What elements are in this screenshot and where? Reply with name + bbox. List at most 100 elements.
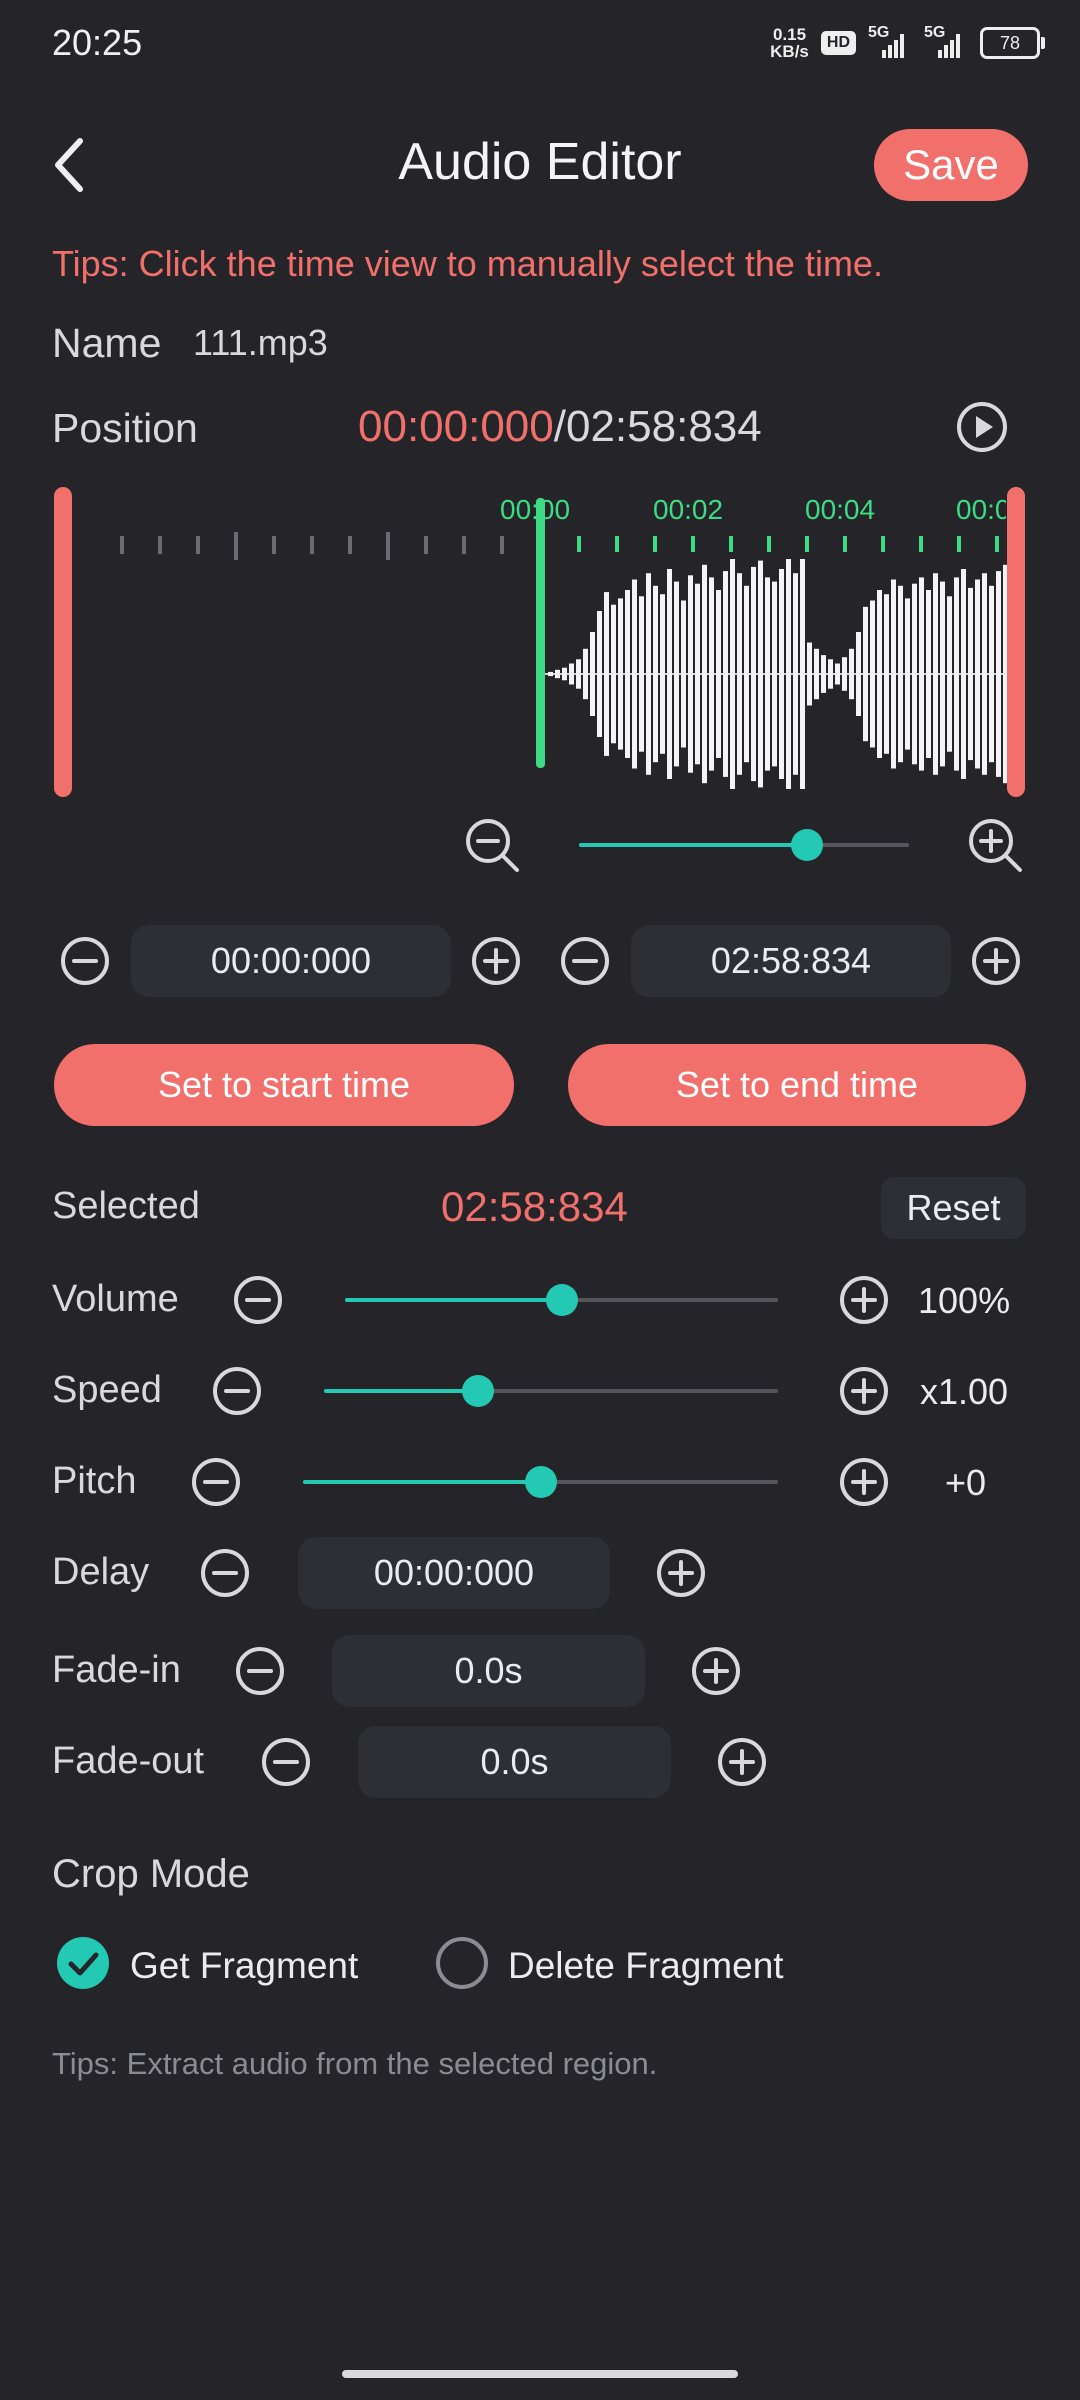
wave-bar [835, 663, 840, 685]
ruler-tick [310, 536, 314, 554]
fade-in-label: Fade-in [52, 1649, 181, 1691]
wave-bar [919, 577, 924, 771]
ruler-tick [577, 536, 581, 552]
wave-bar [793, 573, 798, 775]
wave-bar [856, 632, 861, 716]
volume-label: Volume [52, 1278, 179, 1320]
total-duration: 02:58:834 [565, 402, 762, 451]
pitch-minus-icon[interactable] [190, 1456, 242, 1508]
fade-in-plus-icon[interactable] [690, 1645, 742, 1697]
pitch-slider[interactable] [303, 1466, 778, 1498]
wave-bar [562, 667, 567, 681]
ruler-tick [919, 536, 923, 552]
wave-bar [737, 573, 742, 775]
zoom-out-icon[interactable] [462, 815, 522, 875]
ruler-tick [196, 536, 200, 554]
fade-in-minus-icon[interactable] [234, 1645, 286, 1697]
fade-in-field[interactable]: 0.0s [332, 1635, 645, 1707]
crop-mode-title: Crop Mode [52, 1852, 250, 1896]
wave-bar [926, 590, 931, 758]
delay-label: Delay [52, 1551, 150, 1593]
wave-bar [940, 581, 945, 767]
selected-duration: 02:58:834 [441, 1183, 628, 1230]
end-minus-icon[interactable] [559, 935, 611, 987]
set-end-button[interactable]: Set to end time [568, 1044, 1026, 1126]
delete-fragment-radio-icon[interactable] [435, 1936, 489, 1990]
wave-bar [618, 598, 623, 750]
wave-bar [996, 571, 1001, 777]
get-fragment-check-icon[interactable] [56, 1936, 110, 1990]
wave-bar [786, 559, 791, 789]
set-start-button[interactable]: Set to start time [54, 1044, 514, 1126]
volume-slider[interactable] [345, 1284, 778, 1316]
position-label: Position [52, 405, 198, 451]
zoom-slider-thumb[interactable] [790, 829, 823, 861]
wave-bar [849, 648, 854, 700]
wave-bar [821, 655, 826, 693]
selected-label: Selected [52, 1185, 200, 1227]
wave-bar [807, 642, 812, 706]
net-speed: 0.15 KB/s [770, 25, 809, 61]
volume-minus-icon[interactable] [232, 1274, 284, 1326]
delay-minus-icon[interactable] [199, 1547, 251, 1599]
start-time-field[interactable]: 00:00:000 [131, 925, 451, 997]
wave-bar [982, 573, 987, 775]
speed-slider-thumb[interactable] [462, 1375, 495, 1407]
wave-bar [891, 579, 896, 769]
speed-value: x1.00 [920, 1371, 1009, 1412]
start-minus-icon[interactable] [59, 935, 111, 987]
tick-label: 00:02 [653, 494, 724, 525]
save-button[interactable]: Save [874, 129, 1028, 201]
speed-plus-icon[interactable] [838, 1365, 890, 1417]
play-icon[interactable] [955, 400, 1009, 454]
wave-bar [765, 577, 770, 771]
ruler-tick [843, 536, 847, 552]
wave-bar [758, 560, 763, 788]
tips-text: Tips: Click the time view to manually se… [52, 243, 883, 284]
delay-plus-icon[interactable] [655, 1547, 707, 1599]
ruler-tick [500, 536, 504, 554]
reset-button[interactable]: Reset [881, 1177, 1026, 1239]
current-position[interactable]: 00:00:000 [358, 402, 554, 451]
end-plus-icon[interactable] [970, 935, 1022, 987]
wave-bar [898, 585, 903, 763]
wave-bar [779, 569, 784, 779]
get-fragment-option[interactable]: Get Fragment [130, 1945, 358, 1987]
pitch-plus-icon[interactable] [838, 1456, 890, 1508]
home-indicator[interactable] [342, 2370, 738, 2378]
wave-bar [597, 611, 602, 737]
position-time[interactable]: 00:00:000/02:58:834 [358, 402, 762, 452]
wave-bar [877, 590, 882, 758]
pitch-slider-thumb[interactable] [524, 1466, 557, 1498]
wave-bar [674, 581, 679, 767]
ruler-tick [805, 536, 809, 552]
wave-bar [730, 559, 735, 789]
wave-bar [646, 573, 651, 775]
zoom-slider[interactable] [579, 829, 909, 861]
crop-tips-text: Tips: Extract audio from the selected re… [52, 2046, 658, 2081]
delay-field[interactable]: 00:00:000 [298, 1537, 610, 1609]
wave-bar [905, 598, 910, 750]
wave-bar [709, 577, 714, 771]
fade-out-plus-icon[interactable] [716, 1736, 768, 1788]
wave-bar [667, 569, 672, 779]
fade-out-label: Fade-out [52, 1740, 205, 1782]
ruler-tick [995, 536, 999, 552]
fade-out-field[interactable]: 0.0s [358, 1726, 671, 1798]
delete-fragment-option[interactable]: Delete Fragment [508, 1945, 784, 1987]
ruler-tick [462, 536, 466, 554]
wave-bar [863, 606, 868, 742]
zoom-in-icon[interactable] [965, 815, 1025, 875]
end-time-field[interactable]: 02:58:834 [631, 925, 951, 997]
wave-bar [569, 663, 574, 685]
speed-label: Speed [52, 1369, 162, 1411]
tick-label: 00:0 [956, 494, 1006, 525]
wave-bar [975, 579, 980, 769]
volume-slider-thumb[interactable] [545, 1284, 578, 1316]
volume-plus-icon[interactable] [838, 1274, 890, 1326]
speed-minus-icon[interactable] [211, 1365, 263, 1417]
speed-slider[interactable] [324, 1375, 778, 1407]
fade-out-minus-icon[interactable] [260, 1736, 312, 1788]
wave-bar [800, 559, 805, 789]
start-plus-icon[interactable] [470, 935, 522, 987]
